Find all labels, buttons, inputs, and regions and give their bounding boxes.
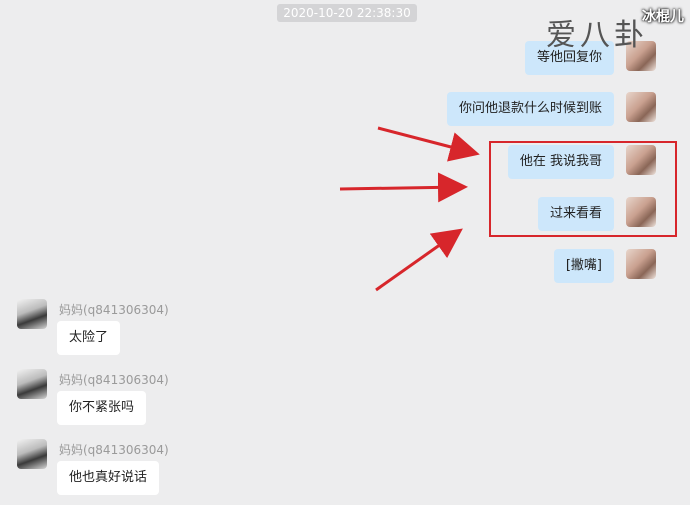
watermark-logo: 爱八卦 [546,18,648,53]
chat-window: 2020-10-20 22:38:30 等他回复你 你问他退款什么时候到账 他在… [0,0,690,505]
annotation-arrows [339,126,480,292]
arrow-2 [339,172,468,203]
arrow-3 [375,228,463,292]
corner-label: 冰棍儿 [642,9,684,25]
arrow-1 [377,126,480,162]
